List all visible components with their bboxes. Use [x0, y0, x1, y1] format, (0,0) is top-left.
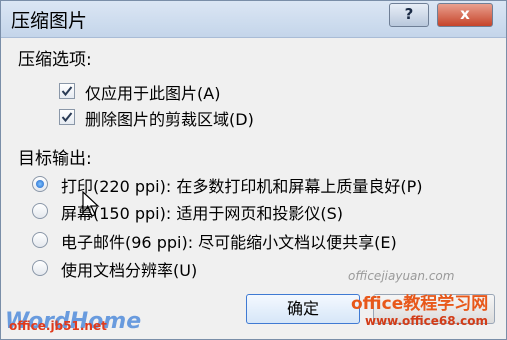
checkmark-icon [61, 112, 73, 123]
delete-cropped-areas-label: 删除图片的剪裁区域(D) [85, 110, 254, 129]
print-radio[interactable] [32, 176, 48, 192]
watermark-url: officejiayuan.com [348, 269, 455, 283]
watermark-site: office.jb51.net [9, 319, 107, 333]
compress-options-heading: 压缩选项: [18, 50, 92, 70]
screen-radio[interactable] [32, 203, 48, 219]
radio-selected-dot [36, 180, 44, 188]
watermark-brand: office教程学习网 [351, 294, 489, 314]
checkmark-icon [61, 86, 73, 97]
compress-pictures-dialog: 压缩图片 ? x 压缩选项: 仅应用于此图片(A) 删除图片的剪裁区域(D) 目… [0, 0, 507, 340]
email-radio[interactable] [32, 232, 48, 248]
title-bar: 压缩图片 ? x [1, 1, 506, 38]
document-resolution-radio[interactable] [32, 260, 48, 276]
email-option-label: 电子邮件(96 ppi): 尽可能缩小文档以便共享(E) [61, 233, 397, 252]
dialog-title: 压缩图片 [11, 10, 88, 32]
apply-only-this-picture-checkbox[interactable] [59, 83, 75, 99]
print-option-label: 打印(220 ppi): 在多数打印机和屏幕上质量良好(P) [61, 177, 423, 196]
apply-only-this-picture-label: 仅应用于此图片(A) [85, 84, 221, 103]
target-output-heading: 目标输出: [18, 149, 92, 169]
help-button[interactable]: ? [389, 3, 429, 27]
ok-button[interactable]: 确定 [246, 294, 360, 324]
close-button[interactable]: x [437, 3, 493, 27]
screen-option-label: 屏幕(150 ppi): 适用于网页和投影仪(S) [61, 204, 343, 223]
document-resolution-label: 使用文档分辨率(U) [61, 261, 198, 280]
watermark-url-secondary: www.office68.com [365, 314, 489, 328]
delete-cropped-areas-checkbox[interactable] [59, 109, 75, 125]
